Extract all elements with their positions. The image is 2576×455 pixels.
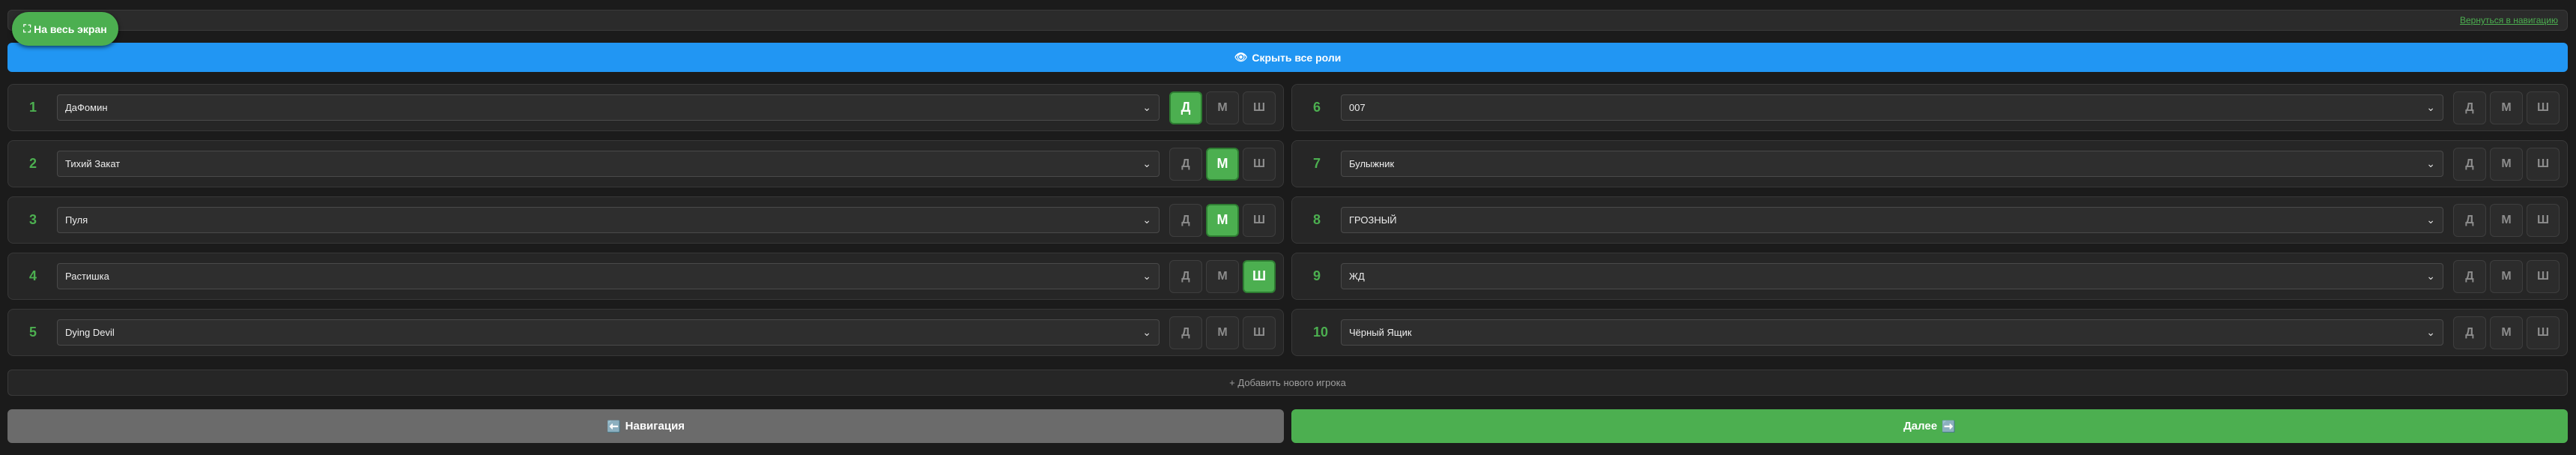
player-number: 5 (29, 325, 37, 340)
next-label: Далее (1903, 420, 1938, 433)
player-name-select[interactable]: ГРОЗНЫЙ ⌄ (1341, 207, 2443, 233)
player-name: ГРОЗНЫЙ (1349, 214, 1397, 226)
role-button-d[interactable]: Д (1169, 316, 1202, 349)
role-button-m[interactable]: М (1206, 259, 1239, 293)
player-name-select[interactable]: Растишка ⌄ (57, 263, 1160, 289)
player-number: 6 (1313, 100, 1321, 115)
player-name: Растишка (65, 271, 109, 282)
player-number: 1 (29, 100, 37, 115)
role-button-m[interactable]: М (1206, 91, 1239, 124)
back-to-navigation-link[interactable]: Вернуться в навигацию (2460, 15, 2558, 25)
role-button-d[interactable]: Д (2453, 203, 2486, 237)
chevron-down-icon: ⌄ (1142, 214, 1151, 226)
role-button-d[interactable]: Д (1169, 91, 1202, 124)
player-row: 8 ГРОЗНЫЙ ⌄ Д М Ш (1291, 196, 2568, 244)
role-button-sh[interactable]: Ш (2527, 316, 2560, 349)
player-number: 3 (29, 212, 37, 227)
player-row: 7 Булыжник ⌄ Д М Ш (1291, 140, 2568, 187)
role-button-m[interactable]: М (2490, 316, 2523, 349)
role-button-sh[interactable]: Ш (1243, 203, 1276, 237)
role-button-sh[interactable]: Ш (1243, 147, 1276, 181)
player-name-select[interactable]: Тихий Закат ⌄ (57, 151, 1160, 177)
player-number: 4 (29, 268, 37, 283)
role-button-d[interactable]: Д (2453, 259, 2486, 293)
chevron-down-icon: ⌄ (1142, 326, 1151, 338)
role-button-d[interactable]: Д (1169, 147, 1202, 181)
role-button-m[interactable]: М (1206, 147, 1239, 181)
player-row: 3 Пуля ⌄ Д М Ш (7, 196, 1284, 244)
player-row: 6 007 ⌄ Д М Ш (1291, 84, 2568, 131)
player-name-select[interactable]: Булыжник ⌄ (1341, 151, 2443, 177)
player-number: 8 (1313, 212, 1321, 227)
top-bar: Вернуться в навигацию (7, 10, 2568, 31)
player-row: 4 Растишка ⌄ Д М Ш (7, 253, 1284, 300)
player-number: 2 (29, 156, 37, 171)
role-button-d[interactable]: Д (1169, 259, 1202, 293)
player-number: 7 (1313, 156, 1321, 171)
fullscreen-button[interactable]: ⛶ На весь экран (12, 12, 118, 46)
role-button-sh[interactable]: Ш (1243, 316, 1276, 349)
player-row: 9 ЖД ⌄ Д М Ш (1291, 253, 2568, 300)
role-button-d[interactable]: Д (2453, 316, 2486, 349)
player-name-select[interactable]: ДаФомин ⌄ (57, 94, 1160, 121)
role-button-m[interactable]: М (2490, 91, 2523, 124)
role-button-sh[interactable]: Ш (1243, 259, 1276, 293)
player-name-select[interactable]: ЖД ⌄ (1341, 263, 2443, 289)
chevron-down-icon: ⌄ (2426, 214, 2435, 226)
chevron-down-icon: ⌄ (2426, 270, 2435, 282)
role-button-sh[interactable]: Ш (2527, 91, 2560, 124)
player-name-select[interactable]: Dying Devil ⌄ (57, 319, 1160, 346)
role-button-m[interactable]: М (2490, 203, 2523, 237)
role-button-sh[interactable]: Ш (2527, 203, 2560, 237)
role-button-d[interactable]: Д (1169, 203, 1202, 237)
player-row: 1 ДаФомин ⌄ Д М Ш (7, 84, 1284, 131)
player-row: 10 Чёрный Ящик ⌄ Д М Ш (1291, 309, 2568, 356)
hide-all-roles-button[interactable]: 👁 Скрыть все роли (7, 43, 2568, 72)
chevron-down-icon: ⌄ (1142, 101, 1151, 113)
role-button-sh[interactable]: Ш (2527, 147, 2560, 181)
player-row: 2 Тихий Закат ⌄ Д М Ш (7, 140, 1284, 187)
players-grid: 1 ДаФомин ⌄ Д М Ш 6 007 ⌄ Д М Ш 2 Тихий Закат ⌄ Д М Ш 7 Бул… (7, 84, 2568, 356)
fullscreen-icon: ⛶ (23, 22, 31, 34)
player-name: ЖД (1349, 271, 1365, 282)
player-name: 007 (1349, 102, 1366, 113)
player-name-select[interactable]: 007 ⌄ (1341, 94, 2443, 121)
role-button-m[interactable]: М (1206, 203, 1239, 237)
chevron-down-icon: ⌄ (1142, 270, 1151, 282)
player-row: 5 Dying Devil ⌄ Д М Ш (7, 309, 1284, 356)
next-button[interactable]: Далее ➡️ (1291, 409, 2568, 443)
player-number: 9 (1313, 268, 1321, 283)
role-button-d[interactable]: Д (2453, 91, 2486, 124)
role-button-m[interactable]: М (2490, 147, 2523, 181)
player-number: 10 (1313, 325, 1329, 340)
navigation-label: Навигация (625, 420, 685, 433)
hide-roles-label: Скрыть все роли (1252, 51, 1342, 64)
player-name: ДаФомин (65, 102, 108, 113)
player-name: Тихий Закат (65, 158, 121, 169)
player-name-select[interactable]: Чёрный Ящик ⌄ (1341, 319, 2443, 346)
role-button-m[interactable]: М (1206, 316, 1239, 349)
add-player-button[interactable]: + Добавить нового игрока (7, 370, 2568, 396)
player-name: Пуля (65, 214, 88, 226)
chevron-down-icon: ⌄ (1142, 157, 1151, 169)
role-button-sh[interactable]: Ш (1243, 91, 1276, 124)
player-name: Чёрный Ящик (1349, 327, 1412, 338)
player-name: Булыжник (1349, 158, 1395, 169)
chevron-down-icon: ⌄ (2426, 101, 2435, 113)
chevron-down-icon: ⌄ (2426, 326, 2435, 338)
role-button-m[interactable]: М (2490, 259, 2523, 293)
eye-icon: 👁 (1234, 51, 1248, 63)
role-button-sh[interactable]: Ш (2527, 259, 2560, 293)
arrow-right-icon: ➡️ (1942, 420, 1956, 433)
navigation-button[interactable]: ⬅️ Навигация (7, 409, 1284, 443)
player-name-select[interactable]: Пуля ⌄ (57, 207, 1160, 233)
fullscreen-label: На весь экран (34, 22, 107, 35)
chevron-down-icon: ⌄ (2426, 157, 2435, 169)
arrow-left-icon: ⬅️ (606, 420, 621, 433)
role-button-d[interactable]: Д (2453, 147, 2486, 181)
player-name: Dying Devil (65, 327, 115, 338)
